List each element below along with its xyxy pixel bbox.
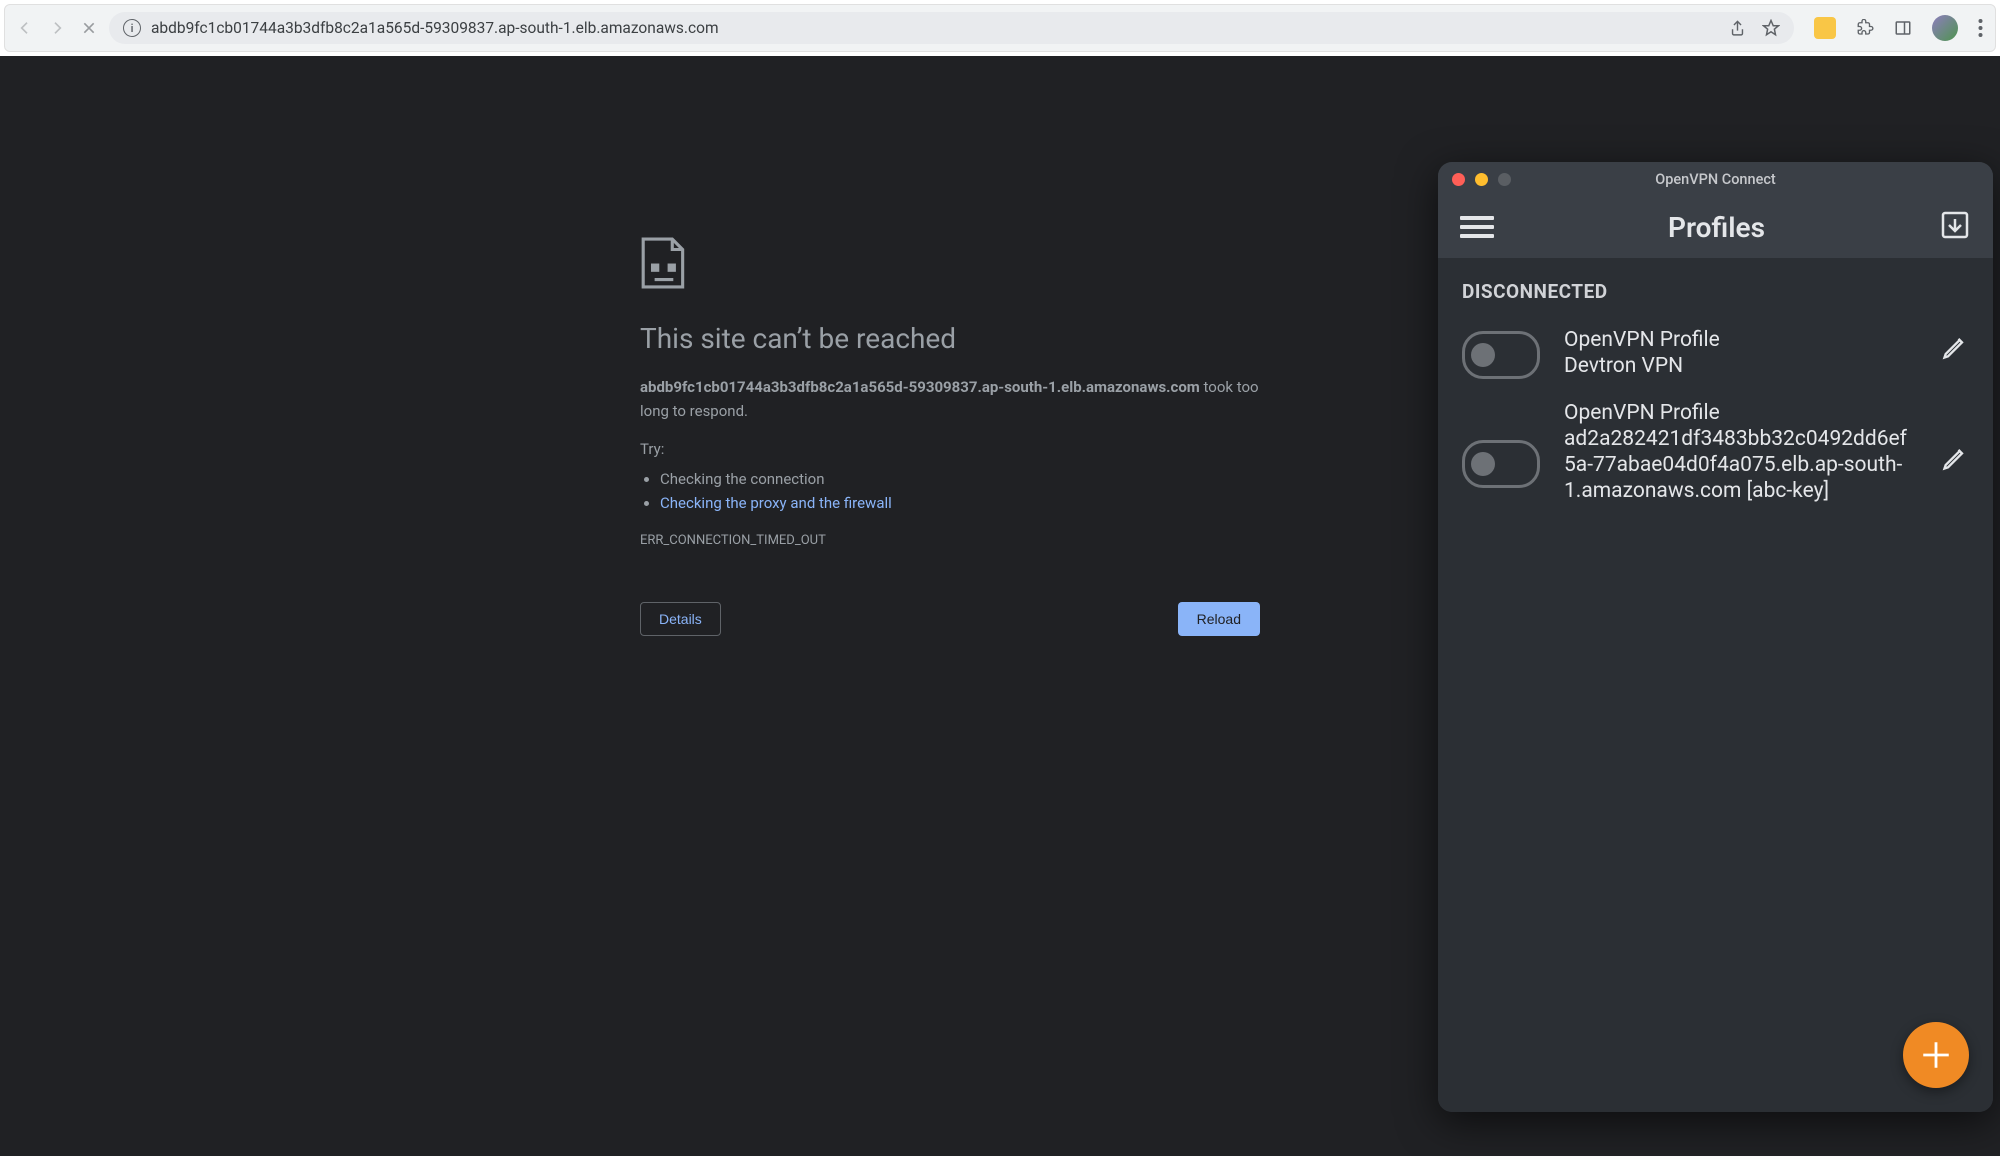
import-profile-icon[interactable] xyxy=(1939,209,1971,245)
profile-type-label: OpenVPN Profile xyxy=(1564,400,1917,426)
vpn-status-label: DISCONNECTED xyxy=(1462,280,1969,303)
profile-toggle[interactable] xyxy=(1462,331,1540,379)
suggestion-proxy-firewall-link[interactable]: Checking the proxy and the firewall xyxy=(660,494,892,512)
page-content: This site can’t be reached abdb9fc1cb017… xyxy=(0,56,2000,1156)
profile-toggle[interactable] xyxy=(1462,440,1540,488)
profile-type-label: OpenVPN Profile xyxy=(1564,327,1917,353)
vpn-header: Profiles xyxy=(1438,196,1993,258)
nav-buttons xyxy=(17,20,97,36)
add-profile-button[interactable] xyxy=(1903,1022,1969,1088)
chrome-error-block: This site can’t be reached abdb9fc1cb017… xyxy=(640,236,1260,636)
error-host: abdb9fc1cb01744a3b3dfb8c2a1a565d-5930983… xyxy=(640,378,1200,396)
edit-profile-icon[interactable] xyxy=(1941,444,1969,476)
profile-avatar[interactable] xyxy=(1932,15,1958,41)
sidepanel-icon[interactable] xyxy=(1894,19,1912,37)
vpn-body: DISCONNECTED OpenVPN Profile Devtron VPN… xyxy=(1438,258,1993,1112)
details-button[interactable]: Details xyxy=(640,602,721,636)
address-actions xyxy=(1729,19,1780,37)
browser-toolbar: i abdb9fc1cb01744a3b3dfb8c2a1a565d-59309… xyxy=(4,4,1996,52)
extensions-icon[interactable] xyxy=(1856,19,1874,37)
error-buttons: Details Reload xyxy=(640,602,1260,636)
error-title: This site can’t be reached xyxy=(640,322,1260,355)
try-label: Try: xyxy=(640,437,1260,461)
profile-name: Devtron VPN xyxy=(1564,353,1917,379)
share-icon[interactable] xyxy=(1729,20,1746,37)
profile-text: OpenVPN Profile ad2a282421df3483bb32c049… xyxy=(1564,400,1917,505)
site-info-icon[interactable]: i xyxy=(123,19,141,37)
error-body: abdb9fc1cb01744a3b3dfb8c2a1a565d-5930983… xyxy=(640,375,1260,552)
stop-icon[interactable] xyxy=(81,20,97,36)
vpn-titlebar[interactable]: OpenVPN Connect xyxy=(1438,162,1993,196)
vpn-profile-row: OpenVPN Profile Devtron VPN xyxy=(1462,327,1969,380)
vpn-profile-row: OpenVPN Profile ad2a282421df3483bb32c049… xyxy=(1462,400,1969,505)
suggestion-connection: Checking the connection xyxy=(660,467,1260,491)
vpn-header-title: Profiles xyxy=(1668,211,1765,244)
bookmark-icon[interactable] xyxy=(1762,19,1780,37)
address-bar[interactable]: i abdb9fc1cb01744a3b3dfb8c2a1a565d-59309… xyxy=(109,12,1794,44)
plus-icon xyxy=(1919,1038,1953,1072)
extension-badge-icon[interactable] xyxy=(1814,17,1836,39)
profile-name: ad2a282421df3483bb32c0492dd6ef5a-77abae0… xyxy=(1564,426,1917,505)
toolbar-right xyxy=(1814,15,1983,41)
url-text: abdb9fc1cb01744a3b3dfb8c2a1a565d-5930983… xyxy=(151,19,1719,37)
reload-button[interactable]: Reload xyxy=(1178,602,1260,636)
profile-text: OpenVPN Profile Devtron VPN xyxy=(1564,327,1917,380)
openvpn-window: OpenVPN Connect Profiles DISCONNECTED Op… xyxy=(1438,162,1993,1112)
forward-icon[interactable] xyxy=(49,20,65,36)
vpn-window-title: OpenVPN Connect xyxy=(1438,171,1993,188)
sad-page-icon xyxy=(640,236,690,290)
hamburger-menu-icon[interactable] xyxy=(1460,211,1494,243)
edit-profile-icon[interactable] xyxy=(1941,333,1969,365)
back-icon[interactable] xyxy=(17,20,33,36)
more-menu-icon[interactable] xyxy=(1978,19,1983,37)
error-code: ERR_CONNECTION_TIMED_OUT xyxy=(640,531,1260,552)
